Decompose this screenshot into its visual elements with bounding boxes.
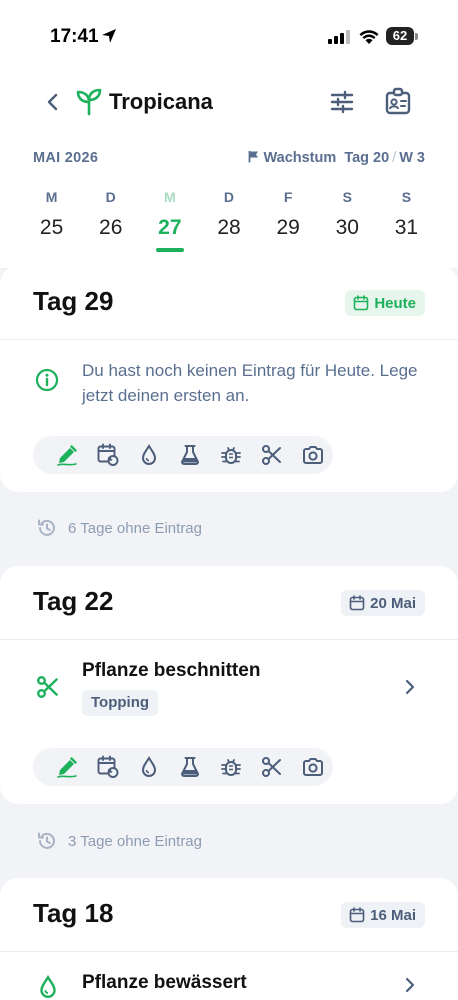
day-cell-selected[interactable]: M 27 (140, 186, 199, 258)
weekday-label: D (223, 189, 235, 205)
battery-level: 62 (386, 27, 414, 45)
info-icon (35, 368, 59, 397)
history-icon (38, 519, 55, 536)
scissors-icon[interactable] (251, 436, 292, 474)
weekday-label: S (342, 189, 352, 205)
wifi-icon (358, 28, 380, 50)
day-cell[interactable]: D 28 (199, 186, 258, 258)
gap-info: 3 Tage ohne Eintrag (36, 830, 202, 852)
day-card: Tag 18 16 Mai Pflanze bewässert (0, 878, 458, 1000)
date-bar: MAI 2026 Wachstum Tag 20/W 3 (33, 150, 425, 170)
day-title: Tag 18 (33, 898, 114, 928)
weekday-label: M (45, 189, 58, 205)
day-cell[interactable]: D 26 (81, 186, 140, 258)
chevron-right-icon (404, 976, 416, 999)
top-section: 17:41 62 Tropicana MAI 2026 Wachstum Tag… (0, 0, 458, 268)
card-header: Tag 29 Heute (0, 266, 458, 340)
sprout-icon (76, 88, 102, 121)
calendar-icon (349, 907, 365, 923)
week-strip: M 25 D 26 M 27 D 28 F 29 S 30 S 31 (22, 186, 436, 258)
entry-title: Pflanze beschnitten (82, 660, 261, 681)
quick-actions (33, 436, 333, 474)
weekday-label: S (401, 189, 412, 205)
badge-label: 16 Mai (370, 906, 416, 924)
weekday-label: M (164, 189, 176, 205)
day-number: 31 (394, 216, 419, 239)
day-number: 26 (99, 216, 123, 239)
selected-indicator (155, 248, 184, 252)
date-badge: 20 Mai (341, 590, 425, 616)
status-bar: 17:41 62 (0, 24, 458, 52)
badge-label: 20 Mai (370, 594, 416, 612)
edit-icon[interactable] (46, 436, 87, 474)
camera-icon[interactable] (292, 748, 333, 786)
app-header: Tropicana (0, 86, 458, 122)
gap-text: 6 Tage ohne Eintrag (68, 519, 202, 537)
camera-icon[interactable] (292, 436, 333, 474)
day-card: Tag 22 20 Mai Pflanze beschnitten Toppin… (0, 566, 458, 804)
water-drop-icon (35, 974, 61, 1000)
day-number: 28 (217, 216, 241, 239)
phase-info: Wachstum Tag 20/W 3 (248, 150, 425, 167)
battery-icon: 62 (386, 26, 418, 46)
status-time: 17:41 (50, 26, 99, 47)
calendar-icon (349, 595, 365, 611)
id-badge-icon[interactable] (383, 86, 413, 123)
weekday-label: D (105, 189, 116, 205)
flask-icon[interactable] (169, 748, 210, 786)
phase-label: Wachstum (263, 150, 337, 166)
empty-info-text: Du hast noch keinen Eintrag für Heute. L… (82, 361, 418, 405)
calendar-icon (354, 295, 369, 311)
page-title: Tropicana (109, 89, 213, 114)
day-cell[interactable]: M 25 (22, 186, 81, 258)
day-cell[interactable]: S 30 (318, 186, 377, 258)
bug-icon[interactable] (210, 436, 251, 474)
badge-label: Heute (374, 294, 416, 312)
day-number: 25 (39, 216, 64, 239)
quick-actions (33, 748, 333, 786)
sliders-icon[interactable] (328, 88, 356, 121)
entry-tag: Topping (82, 690, 159, 716)
entry-row[interactable]: Pflanze beschnitten Topping (0, 640, 458, 732)
scissors-icon (35, 674, 61, 705)
day-card: Tag 29 Heute Du hast noch keinen Eintrag… (0, 266, 458, 492)
card-header: Tag 22 20 Mai (0, 566, 458, 640)
calendar-repeat-icon[interactable] (87, 748, 128, 786)
flask-icon[interactable] (169, 436, 210, 474)
card-header: Tag 18 16 Mai (0, 878, 458, 952)
gap-info: 6 Tage ohne Eintrag (36, 517, 202, 539)
day-label: Tag 20 (344, 150, 390, 166)
month-label[interactable]: MAI 2026 (33, 150, 98, 166)
signal-icon (328, 30, 350, 49)
scissors-icon[interactable] (251, 748, 292, 786)
water-drop-icon[interactable] (128, 748, 169, 786)
history-icon (38, 832, 55, 849)
flag-icon (248, 150, 259, 167)
location-arrow-icon (101, 28, 117, 49)
edit-icon[interactable] (46, 748, 87, 786)
day-cell[interactable]: F 29 (259, 186, 318, 258)
day-number: 29 (276, 216, 300, 239)
day-number: 27 (158, 216, 182, 239)
day-number: 30 (335, 216, 359, 239)
entry-row[interactable]: Pflanze bewässert (0, 952, 458, 1000)
water-drop-icon[interactable] (128, 436, 169, 474)
today-badge: Heute (345, 290, 425, 316)
back-chevron-icon[interactable] (44, 92, 62, 117)
week-label: W 3 (399, 150, 425, 166)
empty-info: Du hast noch keinen Eintrag für Heute. L… (0, 340, 458, 430)
date-badge: 16 Mai (341, 902, 425, 928)
calendar-repeat-icon[interactable] (87, 436, 128, 474)
weekday-label: F (283, 189, 293, 205)
day-cell[interactable]: S 31 (377, 186, 436, 258)
entry-title: Pflanze bewässert (82, 972, 247, 993)
day-title: Tag 22 (33, 586, 114, 616)
bug-icon[interactable] (210, 748, 251, 786)
day-title: Tag 29 (33, 286, 114, 316)
gap-text: 3 Tage ohne Eintrag (68, 832, 202, 850)
chevron-right-icon (404, 678, 416, 701)
